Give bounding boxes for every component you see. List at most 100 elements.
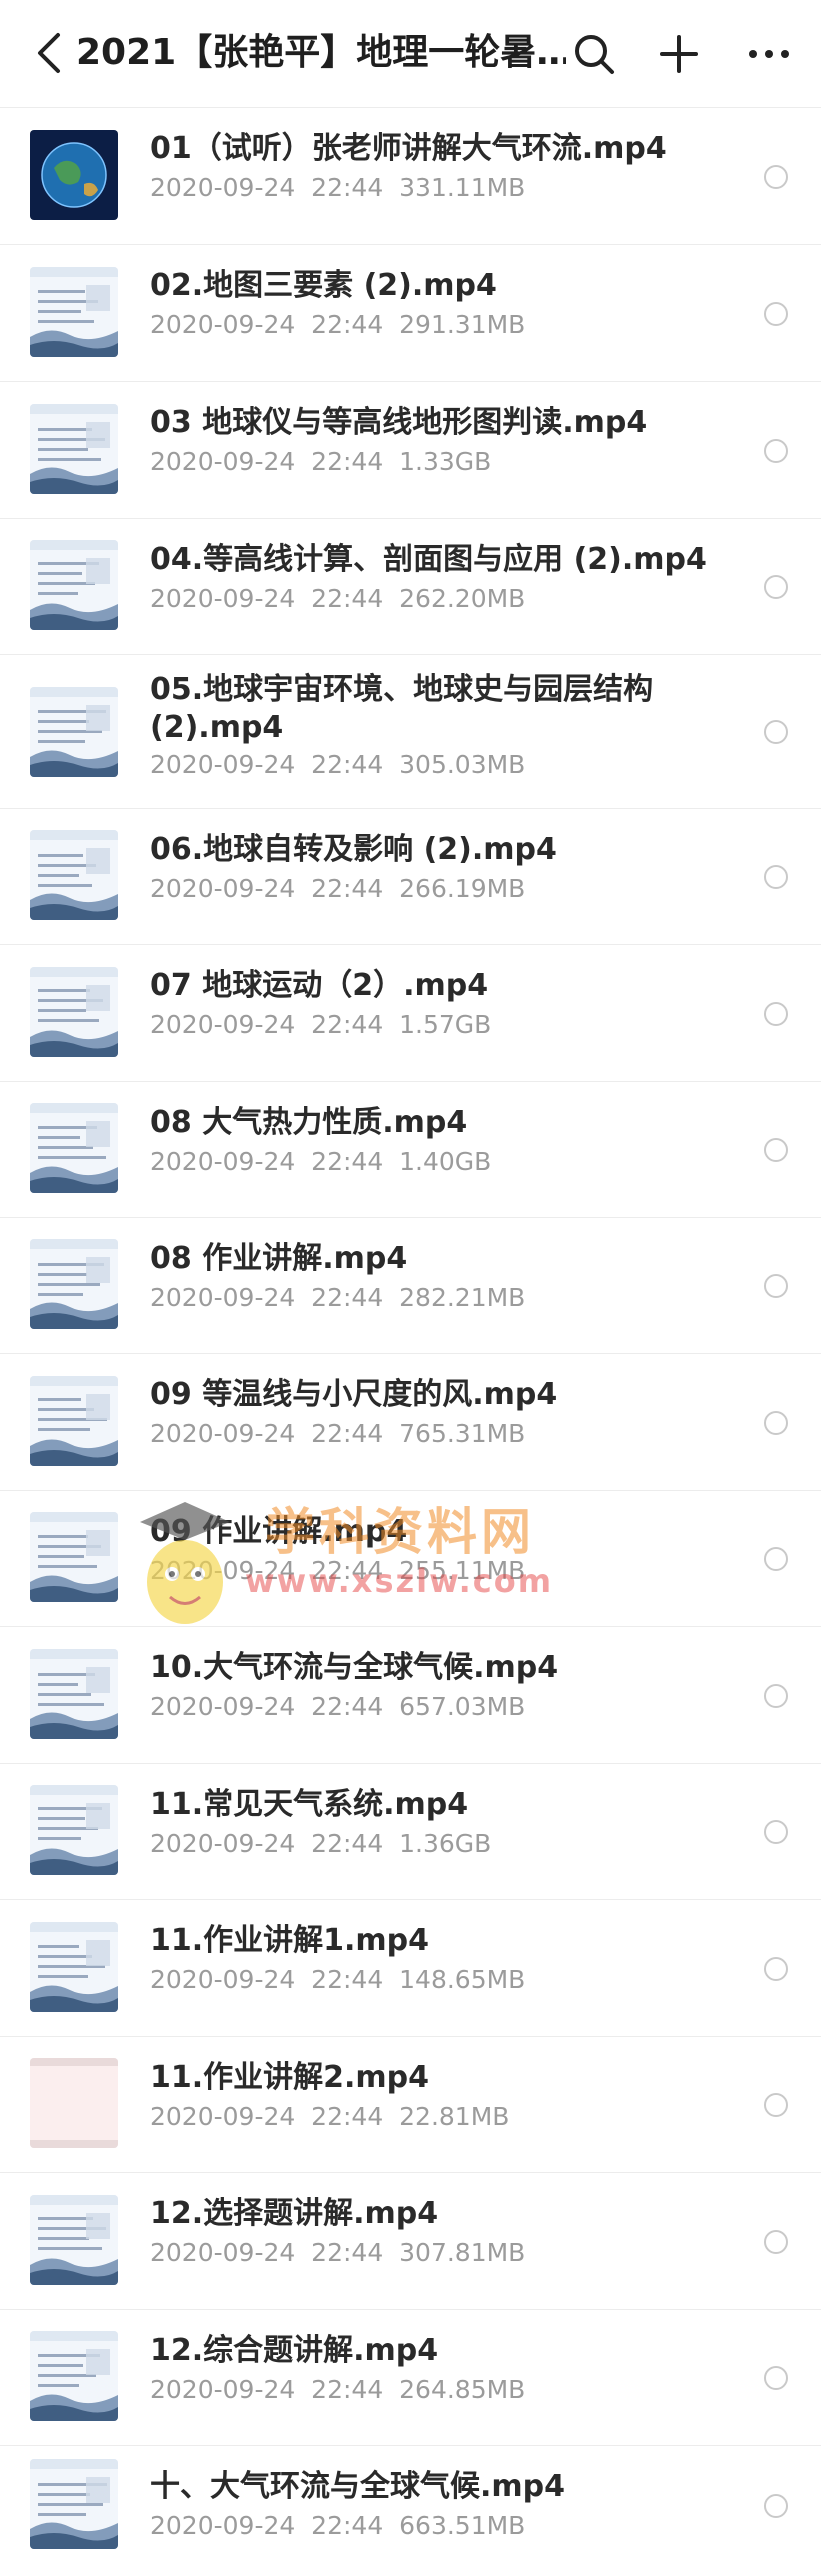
file-row[interactable]: 09 作业讲解.mp4 2020-09-24 22:44 255.11MB [0, 1491, 821, 1627]
file-row[interactable]: 10.大气环流与全球气候.mp4 2020-09-24 22:44 657.03M… [0, 1627, 821, 1764]
meta-spacer [383, 1692, 399, 1721]
meta-spacer [383, 750, 399, 779]
file-size: 262.20MB [399, 584, 526, 613]
select-radio[interactable] [764, 2093, 788, 2117]
file-row[interactable]: 11.常见天气系统.mp4 2020-09-24 22:44 1.36GB [0, 1764, 821, 1900]
file-row[interactable]: 06.地球自转及影响 (2).mp4 2020-09-24 22:44 266.1… [0, 809, 821, 945]
select-radio[interactable] [764, 2494, 788, 2518]
file-date: 2020-09-24 22:44 [150, 447, 384, 476]
meta-spacer [383, 447, 399, 476]
more-dots-icon [749, 50, 789, 58]
file-name: 02.地图三要素 (2).mp4 [150, 268, 497, 303]
select-radio[interactable] [764, 1274, 788, 1298]
file-row[interactable]: 11.作业讲解1.mp4 2020-09-24 22:44 148.65MB [0, 1900, 821, 2037]
file-size: 1.40GB [399, 1147, 492, 1176]
video-thumbnail [30, 1376, 118, 1466]
file-meta: 2020-09-24 22:44 1.36GB [150, 1828, 710, 1860]
more-button[interactable] [741, 26, 797, 82]
file-size: 255.11MB [399, 1556, 526, 1585]
file-meta: 2020-09-24 22:44 657.03MB [150, 1691, 710, 1723]
file-meta: 2020-09-24 22:44 307.81MB [150, 2237, 710, 2269]
file-row[interactable]: 十、大气环流与全球气候.mp4 2020-09-24 22:44 663.51MB [0, 2446, 821, 2560]
file-meta: 2020-09-24 22:44 305.03MB [150, 749, 710, 781]
file-size: 148.65MB [399, 1965, 526, 1994]
file-size: 291.31MB [399, 310, 526, 339]
top-app-bar: 2021【张艳平】地理一轮暑… [0, 0, 821, 108]
select-radio[interactable] [764, 302, 788, 326]
select-radio[interactable] [764, 2230, 788, 2254]
file-name: 12.选择题讲解.mp4 [150, 2196, 439, 2231]
file-size: 1.33GB [399, 447, 492, 476]
file-name: 07 地球运动（2）.mp4 [150, 968, 489, 1003]
file-name: 04.等高线计算、剖面图与应用 (2).mp4 [150, 542, 707, 577]
select-radio[interactable] [764, 1684, 788, 1708]
select-radio[interactable] [764, 1138, 788, 1162]
select-radio[interactable] [764, 1820, 788, 1844]
meta-spacer [383, 2102, 399, 2131]
meta-spacer [383, 1419, 399, 1448]
select-radio[interactable] [764, 2366, 788, 2390]
file-name: 十、大气环流与全球气候.mp4 [150, 2469, 566, 2504]
chevron-left-icon [38, 33, 60, 73]
select-radio[interactable] [764, 1547, 788, 1571]
file-name: 11.常见天气系统.mp4 [150, 1787, 469, 1822]
select-radio[interactable] [764, 1411, 788, 1435]
file-size: 307.81MB [399, 2238, 526, 2267]
meta-spacer [383, 1556, 399, 1585]
select-radio[interactable] [764, 1002, 788, 1026]
file-meta: 2020-09-24 22:44 663.51MB [150, 2510, 710, 2542]
select-radio[interactable] [764, 865, 788, 889]
select-radio[interactable] [764, 439, 788, 463]
file-meta: 2020-09-24 22:44 1.40GB [150, 1146, 710, 1178]
file-date: 2020-09-24 22:44 [150, 750, 384, 779]
file-row[interactable]: 01（试听）张老师讲解大气环流.mp4 2020-09-24 22:44 331.… [0, 108, 821, 245]
file-row[interactable]: 08 大气热力性质.mp4 2020-09-24 22:44 1.40GB [0, 1082, 821, 1218]
file-name: 09 等温线与小尺度的风.mp4 [150, 1377, 558, 1412]
select-radio[interactable] [764, 1957, 788, 1981]
file-name: 11.作业讲解1.mp4 [150, 1923, 430, 1958]
file-date: 2020-09-24 22:44 [150, 1010, 384, 1039]
file-list: 01（试听）张老师讲解大气环流.mp4 2020-09-24 22:44 331.… [0, 108, 821, 2560]
file-row[interactable]: 09 等温线与小尺度的风.mp4 2020-09-24 22:44 765.31M… [0, 1354, 821, 1491]
file-row[interactable]: 02.地图三要素 (2).mp4 2020-09-24 22:44 291.31M… [0, 245, 821, 382]
file-date: 2020-09-24 22:44 [150, 2511, 384, 2540]
file-meta: 2020-09-24 22:44 291.31MB [150, 309, 710, 341]
add-button[interactable] [651, 26, 707, 82]
file-size: 1.57GB [399, 1010, 492, 1039]
meta-spacer [383, 2375, 399, 2404]
select-radio[interactable] [764, 575, 788, 599]
back-button[interactable] [24, 26, 74, 80]
select-radio[interactable] [764, 165, 788, 189]
file-row[interactable]: 11.作业讲解2.mp4 2020-09-24 22:44 22.81MB [0, 2037, 821, 2173]
file-row[interactable]: 04.等高线计算、剖面图与应用 (2).mp4 2020-09-24 22:44 … [0, 519, 821, 655]
file-meta: 2020-09-24 22:44 148.65MB [150, 1964, 710, 1996]
file-date: 2020-09-24 22:44 [150, 1965, 384, 1994]
file-row[interactable]: 03 地球仪与等高线地形图判读.mp4 2020-09-24 22:44 1.33… [0, 382, 821, 519]
file-row[interactable]: 12.选择题讲解.mp4 2020-09-24 22:44 307.81MB [0, 2173, 821, 2310]
file-meta: 2020-09-24 22:44 1.57GB [150, 1009, 710, 1041]
file-meta: 2020-09-24 22:44 765.31MB [150, 1418, 710, 1450]
file-name: 09 作业讲解.mp4 [150, 1514, 408, 1549]
file-date: 2020-09-24 22:44 [150, 1283, 384, 1312]
select-radio[interactable] [764, 720, 788, 744]
file-row[interactable]: 08 作业讲解.mp4 2020-09-24 22:44 282.21MB [0, 1218, 821, 1354]
file-row[interactable]: 12.综合题讲解.mp4 2020-09-24 22:44 264.85MB [0, 2310, 821, 2446]
file-row[interactable]: 05.地球宇宙环境、地球史与园层结构 (2).mp4 2020-09-24 22:… [0, 655, 821, 809]
meta-spacer [383, 310, 399, 339]
meta-spacer [383, 874, 399, 903]
file-name: 08 作业讲解.mp4 [150, 1241, 408, 1276]
meta-spacer [383, 1010, 399, 1039]
search-button[interactable] [566, 26, 622, 82]
file-name: 05.地球宇宙环境、地球史与园层结构 (2).mp4 [150, 672, 654, 745]
file-size: 765.31MB [399, 1419, 526, 1448]
file-date: 2020-09-24 22:44 [150, 1419, 384, 1448]
video-thumbnail [30, 1649, 118, 1739]
file-size: 22.81MB [399, 2102, 510, 2131]
file-meta: 2020-09-24 22:44 1.33GB [150, 446, 710, 478]
video-thumbnail [30, 1512, 118, 1602]
file-date: 2020-09-24 22:44 [150, 2375, 384, 2404]
file-row[interactable]: 07 地球运动（2）.mp4 2020-09-24 22:44 1.57GB [0, 945, 821, 1082]
file-date: 2020-09-24 22:44 [150, 310, 384, 339]
video-thumbnail [30, 2058, 118, 2148]
search-icon [575, 35, 614, 74]
